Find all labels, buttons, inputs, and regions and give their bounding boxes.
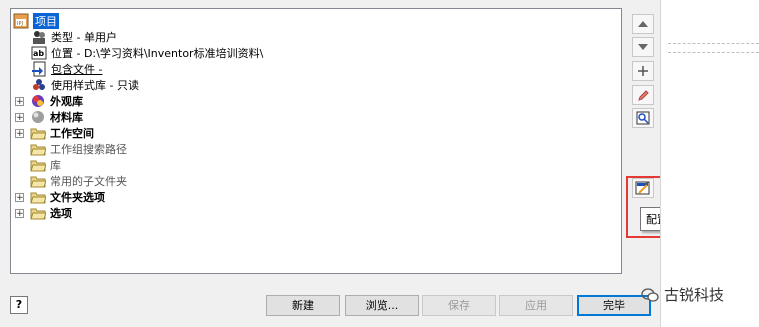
tree-item-label: 使用样式库 - 只读 [51,79,139,92]
style-library-icon [31,77,47,93]
background-panel [660,0,759,327]
expand-icon[interactable]: + [15,112,24,122]
move-down-button[interactable] [632,37,654,57]
user-type-icon [31,29,47,45]
move-up-button[interactable] [632,14,654,34]
tree-root-label: 项目 [33,13,59,29]
tree-group-label: 材料库 [50,111,83,124]
save-button[interactable]: 保存 [422,295,496,316]
tree-group-library[interactable]: 库 [30,157,61,173]
include-file-icon [31,61,47,77]
folder-icon [30,205,47,221]
tree-group-options[interactable]: + 选项 [15,205,72,221]
ab-text-icon: ab [31,45,47,61]
expand-icon[interactable]: + [15,192,24,202]
edit-icon [638,90,649,101]
add-icon [638,66,648,76]
find-button[interactable] [632,108,654,128]
expand-icon[interactable]: + [15,208,24,218]
folder-icon [30,157,47,173]
browse-button[interactable]: 浏览... [345,295,419,316]
wechat-icon [641,287,659,302]
project-tree[interactable]: IPJ 项目 类型 - 单用户 ab 位置 - D:\学习资料\Inventor… [10,8,622,274]
divider [668,43,759,44]
done-button[interactable]: 完毕 [577,295,651,316]
tree-item-include-file[interactable]: 包含文件 - [31,61,102,77]
divider [668,52,759,53]
project-icon: IPJ [13,13,29,29]
find-icon [636,111,650,125]
tree-group-label: 文件夹选项 [50,191,105,204]
move-up-icon [638,21,648,27]
edit-button[interactable] [632,85,654,105]
new-button[interactable]: 新建 [266,295,340,316]
expand-icon[interactable]: + [15,128,24,138]
tree-item-style-library[interactable]: 使用样式库 - 只读 [31,77,139,93]
watermark: 古锐科技 [641,284,724,305]
tree-item-label: 类型 - 单用户 [51,31,117,44]
tree-group-workspace[interactable]: + 工作空间 [15,125,94,141]
svg-text:ab: ab [33,49,44,58]
tree-item-label: 位置 - D:\学习资料\Inventor标准培训资料\ [51,47,264,60]
tree-group-label: 选项 [50,207,72,220]
tree-item-label: 包含文件 - [51,63,103,76]
tree-group-appearance[interactable]: + 外观库 [15,93,83,109]
tree-group-label: 库 [50,159,61,172]
tree-group-label: 外观库 [50,95,83,108]
expand-icon[interactable]: + [15,96,24,106]
help-button[interactable]: ? [10,296,28,314]
folder-icon [30,141,47,157]
tree-group-label: 工作空间 [50,127,94,140]
tree-group-material[interactable]: + 材料库 [15,109,83,125]
tree-group-workgroup-search[interactable]: 工作组搜索路径 [30,141,127,157]
watermark-text: 古锐科技 [664,286,725,304]
svg-text:IPJ: IPJ [17,21,23,27]
folder-icon [30,189,47,205]
tree-item-type[interactable]: 类型 - 单用户 [31,29,117,45]
folder-icon [30,173,47,189]
move-down-icon [638,44,648,50]
tree-group-label: 工作组搜索路径 [50,143,127,156]
folder-icon [30,125,47,141]
tree-group-label: 常用的子文件夹 [50,175,127,188]
tree-group-common-subfolders[interactable]: 常用的子文件夹 [30,173,127,189]
material-library-icon [30,109,46,125]
add-path-button[interactable] [632,61,654,81]
apply-button[interactable]: 应用 [499,295,573,316]
tree-group-folder-options[interactable]: + 文件夹选项 [15,189,105,205]
tree-item-location[interactable]: ab 位置 - D:\学习资料\Inventor标准培训资料\ [31,45,263,61]
tree-root-projects[interactable]: IPJ 项目 [13,13,59,29]
appearance-library-icon [30,93,46,109]
